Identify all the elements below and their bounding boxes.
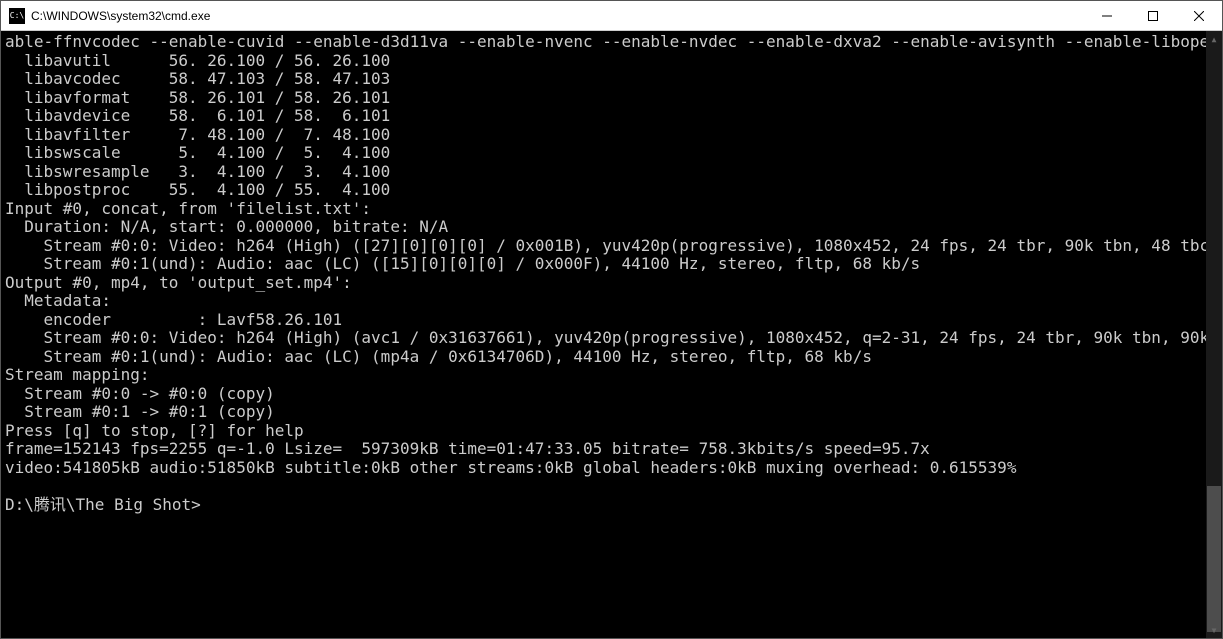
stream-mapping-1: Stream #0:1 -> #0:1 (copy) xyxy=(5,402,275,421)
lib-line: libpostproc 55. 4.100 / 55. 4.100 xyxy=(5,180,390,199)
close-icon xyxy=(1194,11,1204,21)
scroll-down-arrow[interactable]: ▼ xyxy=(1206,622,1222,638)
lib-line: libswresample 3. 4.100 / 3. 4.100 xyxy=(5,162,390,181)
video-summary: video:541805kB audio:51850kB subtitle:0k… xyxy=(5,458,1016,477)
scrollbar-thumb[interactable] xyxy=(1207,486,1221,632)
lib-line: libavutil 56. 26.100 / 56. 26.100 xyxy=(5,51,390,70)
window-title: C:\WINDOWS\system32\cmd.exe xyxy=(31,9,1084,23)
output-metadata: Metadata: xyxy=(5,291,111,310)
lib-line: libswscale 5. 4.100 / 5. 4.100 xyxy=(5,143,390,162)
input-header: Input #0, concat, from 'filelist.txt': xyxy=(5,199,371,218)
lib-line: libavdevice 58. 6.101 / 58. 6.101 xyxy=(5,106,390,125)
minimize-button[interactable] xyxy=(1084,1,1130,30)
title-bar[interactable]: C:\ C:\WINDOWS\system32\cmd.exe xyxy=(1,1,1222,31)
input-audio-stream: Stream #0:1(und): Audio: aac (LC) ([15][… xyxy=(5,254,920,273)
input-duration: Duration: N/A, start: 0.000000, bitrate:… xyxy=(5,217,448,236)
vertical-scrollbar[interactable]: ▲ ▼ xyxy=(1206,31,1222,638)
output-header: Output #0, mp4, to 'output_set.mp4': xyxy=(5,273,352,292)
minimize-icon xyxy=(1102,11,1112,21)
prompt: D:\腾讯\The Big Shot> xyxy=(5,495,201,514)
cmd-window: C:\ C:\WINDOWS\system32\cmd.exe able-ffn… xyxy=(0,0,1223,639)
maximize-icon xyxy=(1148,11,1158,21)
app-icon: C:\ xyxy=(9,8,25,24)
output-video-stream: Stream #0:0: Video: h264 (High) (avc1 / … xyxy=(5,328,1222,347)
lib-line: libavfilter 7. 48.100 / 7. 48.100 xyxy=(5,125,390,144)
maximize-button[interactable] xyxy=(1130,1,1176,30)
stream-mapping-0: Stream #0:0 -> #0:0 (copy) xyxy=(5,384,275,403)
scroll-up-arrow[interactable]: ▲ xyxy=(1206,31,1222,47)
lib-line: libavformat 58. 26.101 / 58. 26.101 xyxy=(5,88,390,107)
output-audio-stream: Stream #0:1(und): Audio: aac (LC) (mp4a … xyxy=(5,347,872,366)
lib-line: libavcodec 58. 47.103 / 58. 47.103 xyxy=(5,69,390,88)
stream-mapping-header: Stream mapping: xyxy=(5,365,150,384)
frame-progress: frame=152143 fps=2255 q=-1.0 Lsize= 5973… xyxy=(5,439,930,458)
window-controls xyxy=(1084,1,1222,30)
input-video-stream: Stream #0:0: Video: h264 (High) ([27][0]… xyxy=(5,236,1209,255)
output-encoder: encoder : Lavf58.26.101 xyxy=(5,310,342,329)
terminal-output[interactable]: able-ffnvcodec --enable-cuvid --enable-d… xyxy=(1,31,1222,638)
press-q-hint: Press [q] to stop, [?] for help xyxy=(5,421,304,440)
close-button[interactable] xyxy=(1176,1,1222,30)
config-line: able-ffnvcodec --enable-cuvid --enable-d… xyxy=(5,32,1222,51)
